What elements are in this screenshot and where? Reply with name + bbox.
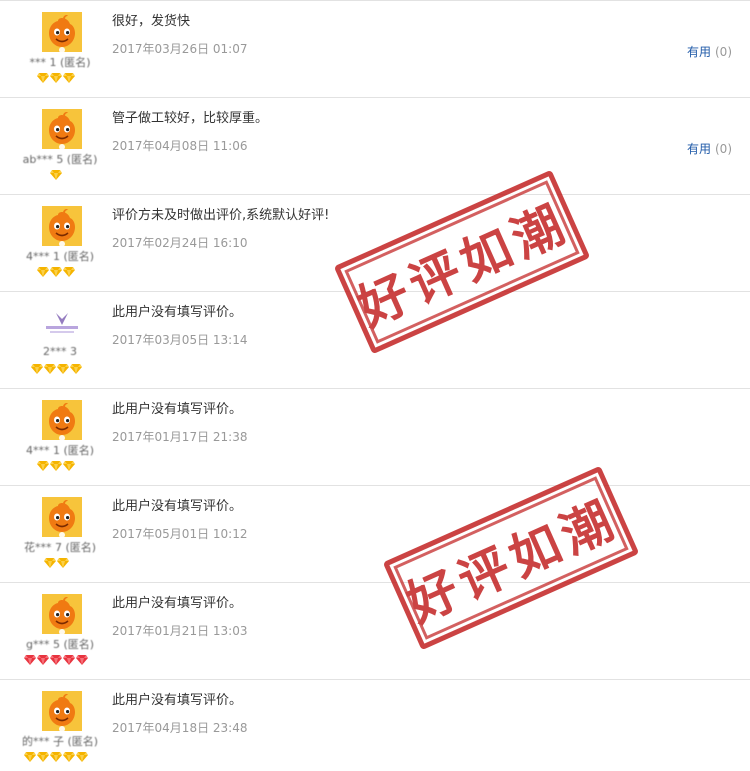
- review-content: 此用户没有填写评价。 2017年01月21日 13:03: [112, 595, 247, 638]
- diamond-icon: [50, 752, 62, 762]
- credit-badges: [0, 73, 112, 88]
- review-text: 很好，发货快: [112, 14, 191, 29]
- review-content: 此用户没有填写评价。 2017年03月05日 13:14: [112, 304, 247, 347]
- diamond-icon: [76, 752, 88, 762]
- mascot-avatar[interactable]: [42, 206, 82, 246]
- useful-vote: 有用 (0): [687, 140, 732, 157]
- review-date: 2017年02月24日 16:10: [112, 236, 248, 250]
- review-date: 2017年03月26日 01:07: [112, 42, 248, 56]
- useful-count: (0): [715, 45, 732, 59]
- review-text: 此用户没有填写评价。: [112, 305, 243, 320]
- diamond-icon: [69, 364, 82, 374]
- diamond-icon: [56, 558, 69, 568]
- review-content: 评价方未及时做出评价,系统默认好评! 2017年02月24日 16:10: [112, 207, 329, 250]
- reviewer-name: 4*** 1 (匿名): [25, 444, 95, 457]
- diamond-icon: [63, 73, 75, 83]
- review-row: 4*** 1 (匿名) 评价方未及时做出评价,系统默认好评! 2017年02月24日…: [0, 194, 750, 291]
- review-row: 4*** 1 (匿名) 此用户没有填写评价。 2017年01月17日 21:38: [0, 388, 750, 485]
- useful-count: (0): [715, 142, 732, 156]
- review-text: 此用户没有填写评价。: [112, 693, 243, 708]
- review-text: 此用户没有填写评价。: [112, 402, 243, 417]
- reviewer-info: 2*** 3: [0, 292, 112, 389]
- review-date: 2017年05月01日 10:12: [112, 527, 248, 541]
- review-content: 管子做工较好，比较厚重。 2017年04月08日 11:06: [112, 110, 268, 153]
- reviewer-name: *** 1 (匿名): [29, 56, 91, 69]
- reviewer-info: g*** 5 (匿名): [0, 583, 112, 680]
- diamond-icon: [50, 655, 62, 665]
- reviewer-info: 4*** 1 (匿名): [0, 195, 112, 292]
- diamond-icon: [63, 267, 75, 277]
- reviewer-info: 的*** 子 (匿名): [0, 680, 112, 771]
- credit-badges: [0, 170, 112, 185]
- reviewer-info: *** 1 (匿名): [0, 1, 112, 98]
- review-date: 2017年04月18日 23:48: [112, 721, 248, 735]
- diamond-icon: [50, 461, 62, 471]
- mascot-avatar[interactable]: [42, 400, 82, 440]
- diamond-icon: [50, 267, 62, 277]
- review-text: 此用户没有填写评价。: [112, 499, 243, 514]
- diamond-icon: [37, 73, 49, 83]
- reviewer-name: ab*** 5 (匿名): [22, 153, 98, 166]
- diamond-icon: [63, 461, 75, 471]
- credit-badges: [0, 752, 112, 767]
- review-content: 此用户没有填写评价。 2017年04月18日 23:48: [112, 692, 247, 735]
- review-row: *** 1 (匿名) 很好，发货快 2017年03月26日 01:07 有用 (0): [0, 0, 750, 97]
- credit-badges: [0, 267, 112, 282]
- diamond-icon: [56, 364, 69, 374]
- reviewer-name: 4*** 1 (匿名): [25, 250, 95, 263]
- diamond-icon: [63, 655, 75, 665]
- mascot-avatar[interactable]: [42, 12, 82, 52]
- mascot-avatar[interactable]: [42, 691, 82, 731]
- user-logo-avatar[interactable]: [42, 303, 82, 343]
- review-date: 2017年01月21日 13:03: [112, 624, 248, 638]
- reviewer-name: 2*** 3: [43, 345, 77, 358]
- diamond-icon: [30, 364, 43, 374]
- review-row: 的*** 子 (匿名) 此用户没有填写评价。 2017年04月18日 23:48: [0, 679, 750, 771]
- credit-badges: [0, 364, 112, 379]
- useful-button[interactable]: 有用: [687, 142, 711, 156]
- review-text: 此用户没有填写评价。: [112, 596, 243, 611]
- review-row: g*** 5 (匿名) 此用户没有填写评价。 2017年01月21日 13:03: [0, 582, 750, 679]
- review-content: 此用户没有填写评价。 2017年05月01日 10:12: [112, 498, 247, 541]
- diamond-icon: [24, 752, 36, 762]
- review-date: 2017年04月08日 11:06: [112, 139, 248, 153]
- useful-vote: 有用 (0): [687, 43, 732, 60]
- review-content: 此用户没有填写评价。 2017年01月17日 21:38: [112, 401, 247, 444]
- useful-button[interactable]: 有用: [687, 45, 711, 59]
- review-content: 很好，发货快 2017年03月26日 01:07: [112, 13, 247, 56]
- credit-badges: [0, 655, 112, 670]
- review-date: 2017年03月05日 13:14: [112, 333, 248, 347]
- diamond-icon: [50, 73, 62, 83]
- review-list: *** 1 (匿名) 很好，发货快 2017年03月26日 01:07 有用 (0) ab…: [0, 0, 750, 771]
- diamond-icon: [63, 752, 75, 762]
- diamond-icon: [37, 752, 49, 762]
- diamond-icon: [43, 364, 56, 374]
- credit-badges: [0, 461, 112, 476]
- mascot-avatar[interactable]: [42, 497, 82, 537]
- reviewer-info: ab*** 5 (匿名): [0, 98, 112, 195]
- reviewer-info: 花*** 7 (匿名): [0, 486, 112, 583]
- reviewer-name: 花*** 7 (匿名): [23, 541, 97, 554]
- reviewer-info: 4*** 1 (匿名): [0, 389, 112, 486]
- credit-badges: [0, 558, 112, 573]
- diamond-icon: [37, 267, 49, 277]
- mascot-avatar[interactable]: [42, 594, 82, 634]
- diamond-icon: [43, 558, 56, 568]
- review-text: 管子做工较好，比较厚重。: [112, 111, 269, 126]
- reviewer-name: g*** 5 (匿名): [25, 638, 95, 651]
- mascot-avatar[interactable]: [42, 109, 82, 149]
- reviewer-name: 的*** 子 (匿名): [21, 735, 99, 748]
- review-row: ab*** 5 (匿名) 管子做工较好，比较厚重。 2017年04月08日 11:0…: [0, 97, 750, 194]
- review-text: 评价方未及时做出评价,系统默认好评!: [112, 208, 330, 223]
- diamond-icon: [50, 170, 62, 180]
- review-row: 花*** 7 (匿名) 此用户没有填写评价。 2017年05月01日 10:12: [0, 485, 750, 582]
- diamond-icon: [24, 655, 36, 665]
- review-date: 2017年01月17日 21:38: [112, 430, 248, 444]
- review-row: 2*** 3 此用户没有填写评价。 2017年03月05日 13:14: [0, 291, 750, 388]
- diamond-icon: [76, 655, 88, 665]
- diamond-icon: [37, 461, 49, 471]
- diamond-icon: [37, 655, 49, 665]
